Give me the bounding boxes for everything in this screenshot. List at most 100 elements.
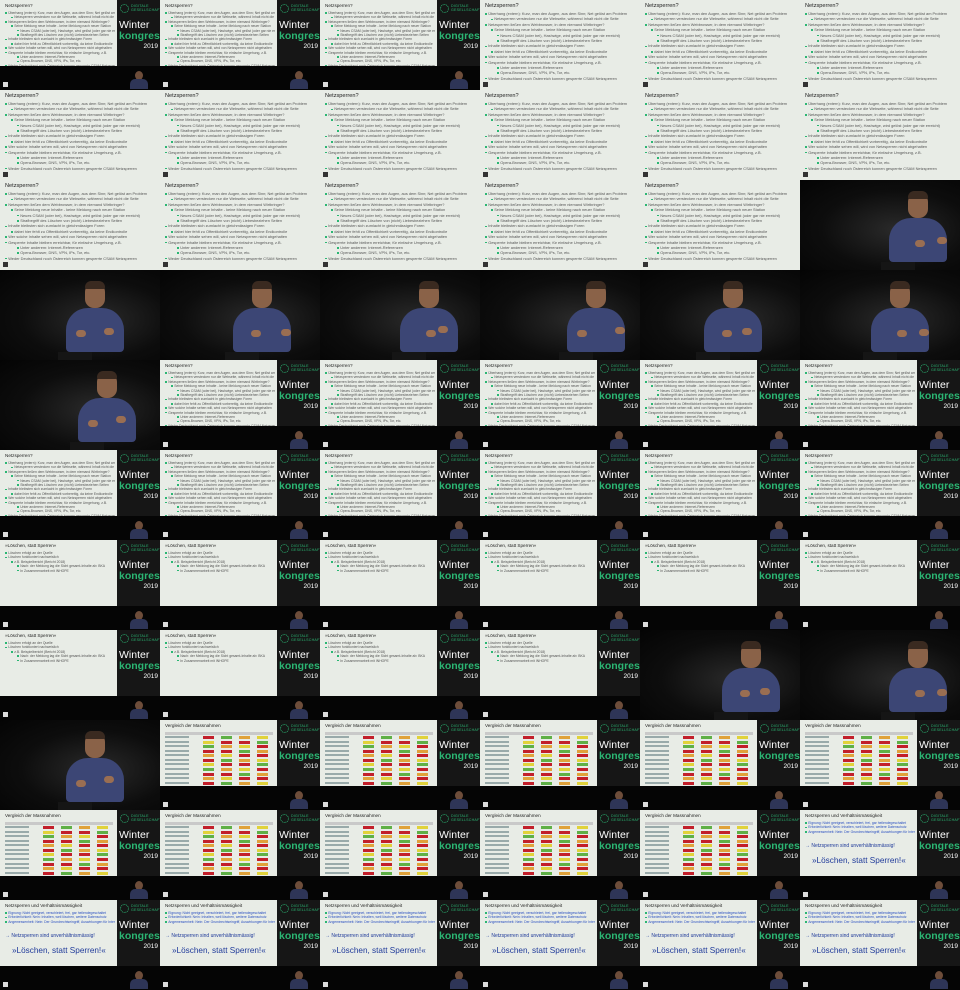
stop-icon[interactable] — [163, 802, 168, 807]
video-frame-tile[interactable] — [800, 270, 960, 360]
video-frame-tile[interactable]: »Löschen, statt Sperren« Löschen erfolgt … — [0, 540, 160, 630]
video-frame-tile[interactable]: Netzsperren und Verhältnismässigkeit Eign… — [320, 900, 480, 990]
video-frame-tile[interactable]: Netzsperren? Überhang (extern): Kurz, man… — [320, 90, 480, 180]
video-frame-tile[interactable]: »Löschen, statt Sperren« Löschen erfolgt … — [480, 540, 640, 630]
video-frame-tile[interactable]: Vergleich der Massnahmen DIGITALE GESELLSC… — [480, 810, 640, 900]
video-frame-tile[interactable] — [0, 360, 160, 450]
stop-icon[interactable] — [483, 802, 488, 807]
stop-icon[interactable] — [803, 172, 808, 177]
stop-icon[interactable] — [323, 172, 328, 177]
stop-icon[interactable] — [483, 82, 488, 87]
stop-icon[interactable] — [803, 802, 808, 807]
video-frame-tile[interactable]: »Löschen, statt Sperren« Löschen erfolgt … — [640, 540, 800, 630]
video-frame-tile[interactable] — [800, 630, 960, 720]
stop-icon[interactable] — [3, 892, 8, 897]
video-frame-tile[interactable]: Netzsperren? Überhang (extern): Kurz, man… — [640, 450, 800, 540]
stop-icon[interactable] — [163, 892, 168, 897]
video-frame-tile[interactable]: Netzsperren und Verhältnismässigkeit Eign… — [800, 810, 960, 900]
stop-icon[interactable] — [643, 982, 648, 987]
stop-icon[interactable] — [483, 172, 488, 177]
stop-icon[interactable] — [3, 532, 8, 537]
video-frame-tile[interactable]: Vergleich der Massnahmen DIGITALE GESELLSC… — [640, 810, 800, 900]
stop-icon[interactable] — [163, 532, 168, 537]
video-frame-tile[interactable]: Netzsperren? Überhang (extern): Kurz, man… — [480, 450, 640, 540]
stop-icon[interactable] — [323, 622, 328, 627]
stop-icon[interactable] — [3, 262, 8, 267]
stop-icon[interactable] — [163, 82, 168, 87]
video-frame-tile[interactable]: Netzsperren? Überhang (extern): Kurz, man… — [480, 0, 640, 90]
video-frame-tile[interactable]: Netzsperren? Überhang (extern): Kurz, man… — [160, 360, 320, 450]
video-frame-tile[interactable]: Netzsperren? Überhang (extern): Kurz, man… — [800, 360, 960, 450]
stop-icon[interactable] — [323, 892, 328, 897]
video-frame-tile[interactable]: Netzsperren? Überhang (extern): Kurz, man… — [0, 90, 160, 180]
video-frame-tile[interactable]: Netzsperren und Verhältnismässigkeit Eign… — [480, 900, 640, 990]
video-frame-tile[interactable]: Netzsperren? Überhang (extern): Kurz, man… — [480, 360, 640, 450]
stop-icon[interactable] — [483, 532, 488, 537]
video-frame-tile[interactable] — [480, 270, 640, 360]
stop-icon[interactable] — [323, 262, 328, 267]
stop-icon[interactable] — [643, 172, 648, 177]
stop-icon[interactable] — [803, 532, 808, 537]
video-frame-tile[interactable]: Vergleich der Massnahmen DIGITALE GESELLSC… — [800, 720, 960, 810]
stop-icon[interactable] — [323, 982, 328, 987]
stop-icon[interactable] — [163, 172, 168, 177]
stop-icon[interactable] — [643, 442, 648, 447]
stop-icon[interactable] — [643, 262, 648, 267]
video-frame-tile[interactable]: Vergleich der Massnahmen DIGITALE GESELLSC… — [320, 720, 480, 810]
video-frame-tile[interactable]: Netzsperren und Verhältnismässigkeit Eign… — [640, 900, 800, 990]
video-frame-tile[interactable]: Netzsperren? Überhang (extern): Kurz, man… — [640, 0, 800, 90]
video-frame-tile[interactable] — [0, 270, 160, 360]
video-frame-tile[interactable]: Netzsperren? Überhang (extern): Kurz, man… — [320, 0, 480, 90]
video-frame-tile[interactable]: Netzsperren? Überhang (extern): Kurz, man… — [0, 0, 160, 90]
video-frame-tile[interactable]: »Löschen, statt Sperren« Löschen erfolgt … — [480, 630, 640, 720]
stop-icon[interactable] — [803, 82, 808, 87]
stop-icon[interactable] — [803, 892, 808, 897]
stop-icon[interactable] — [3, 622, 8, 627]
video-frame-tile[interactable] — [160, 270, 320, 360]
stop-icon[interactable] — [323, 712, 328, 717]
stop-icon[interactable] — [163, 982, 168, 987]
stop-icon[interactable] — [483, 622, 488, 627]
video-frame-tile[interactable]: Vergleich der Massnahmen DIGITALE GESELLSC… — [160, 720, 320, 810]
video-frame-tile[interactable]: Vergleich der Massnahmen DIGITALE GESELLSC… — [160, 810, 320, 900]
stop-icon[interactable] — [163, 712, 168, 717]
stop-icon[interactable] — [323, 442, 328, 447]
stop-icon[interactable] — [163, 262, 168, 267]
stop-icon[interactable] — [3, 712, 8, 717]
video-frame-tile[interactable]: Netzsperren? Überhang (extern): Kurz, man… — [160, 0, 320, 90]
video-frame-tile[interactable]: Netzsperren? Überhang (extern): Kurz, man… — [320, 450, 480, 540]
stop-icon[interactable] — [643, 622, 648, 627]
video-frame-tile[interactable]: Netzsperren? Überhang (extern): Kurz, man… — [320, 180, 480, 270]
video-frame-tile[interactable]: Netzsperren? Überhang (extern): Kurz, man… — [320, 360, 480, 450]
video-frame-tile[interactable]: Netzsperren? Überhang (extern): Kurz, man… — [800, 450, 960, 540]
video-frame-tile[interactable] — [640, 270, 800, 360]
stop-icon[interactable] — [323, 82, 328, 87]
video-frame-tile[interactable]: Netzsperren? Überhang (extern): Kurz, man… — [640, 180, 800, 270]
video-frame-tile[interactable]: Netzsperren und Verhältnismässigkeit Eign… — [0, 900, 160, 990]
stop-icon[interactable] — [803, 442, 808, 447]
video-frame-tile[interactable]: »Löschen, statt Sperren« Löschen erfolgt … — [160, 630, 320, 720]
stop-icon[interactable] — [803, 982, 808, 987]
stop-icon[interactable] — [3, 82, 8, 87]
video-frame-tile[interactable]: Vergleich der Massnahmen DIGITALE GESELLSC… — [480, 720, 640, 810]
video-frame-tile[interactable] — [320, 270, 480, 360]
stop-icon[interactable] — [643, 82, 648, 87]
video-frame-tile[interactable]: Netzsperren? Überhang (extern): Kurz, man… — [0, 180, 160, 270]
video-frame-tile[interactable] — [0, 720, 160, 810]
video-frame-tile[interactable]: Netzsperren? Überhang (extern): Kurz, man… — [160, 90, 320, 180]
video-frame-tile[interactable]: Netzsperren und Verhältnismässigkeit Eign… — [160, 900, 320, 990]
stop-icon[interactable] — [643, 532, 648, 537]
stop-icon[interactable] — [163, 442, 168, 447]
video-frame-tile[interactable]: Netzsperren? Überhang (extern): Kurz, man… — [480, 90, 640, 180]
stop-icon[interactable] — [323, 802, 328, 807]
stop-icon[interactable] — [163, 622, 168, 627]
video-frame-tile[interactable] — [800, 180, 960, 270]
stop-icon[interactable] — [483, 892, 488, 897]
video-frame-tile[interactable]: Netzsperren? Überhang (extern): Kurz, man… — [640, 360, 800, 450]
video-frame-tile[interactable]: Netzsperren? Überhang (extern): Kurz, man… — [0, 450, 160, 540]
video-frame-tile[interactable]: Netzsperren und Verhältnismässigkeit Eign… — [800, 900, 960, 990]
video-frame-tile[interactable]: Netzsperren? Überhang (extern): Kurz, man… — [160, 450, 320, 540]
stop-icon[interactable] — [323, 532, 328, 537]
video-frame-tile[interactable]: »Löschen, statt Sperren« Löschen erfolgt … — [160, 540, 320, 630]
stop-icon[interactable] — [483, 982, 488, 987]
